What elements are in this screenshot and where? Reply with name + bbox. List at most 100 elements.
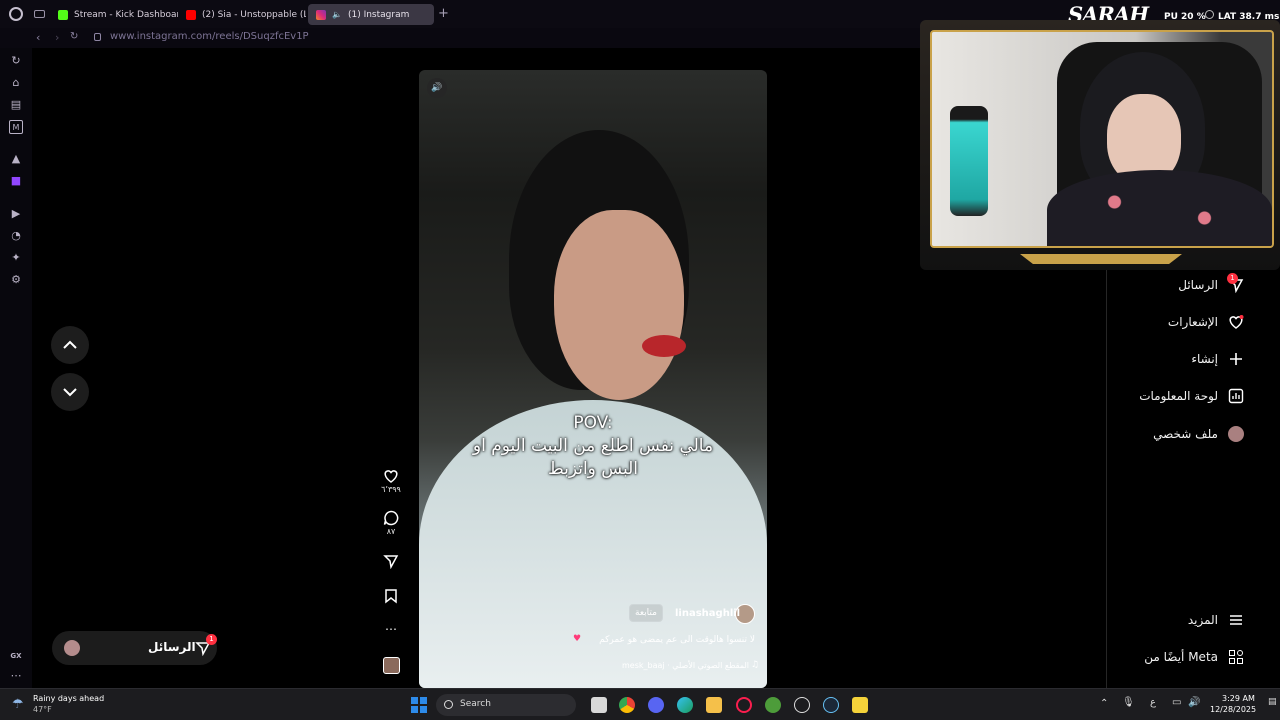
nav-profile[interactable]: ملف شخصي — [1153, 424, 1244, 444]
follow-button[interactable]: متابعة — [629, 604, 663, 622]
more-icon[interactable]: ⋯ — [9, 669, 23, 683]
xbox-icon[interactable] — [765, 697, 781, 713]
weather-title[interactable]: Rainy days ahead — [33, 694, 104, 703]
messages-pill[interactable]: الرسائل 1 — [52, 631, 217, 665]
shop-icon[interactable]: ⌂ — [9, 76, 23, 90]
history-icon[interactable]: ◔ — [9, 229, 23, 243]
avatar — [64, 640, 80, 656]
reel-caption: لا تنسوا هالوقت الى عم يمضى هو عمركم — [599, 635, 755, 645]
player-icon[interactable]: ▶ — [9, 207, 23, 221]
taskbar-search[interactable]: Search — [436, 694, 576, 716]
tab-youtube[interactable]: (2) Sia - Unstoppable (Ly — [178, 4, 306, 25]
network-icon[interactable]: ▭ — [1172, 697, 1181, 708]
microphone — [950, 106, 988, 216]
like-count: ٦٬٣٩٩ — [381, 485, 401, 494]
messages-badge: 1 — [1227, 273, 1238, 284]
tab-island-icon[interactable] — [34, 10, 45, 18]
author-username[interactable]: linashaghlil — [675, 608, 740, 619]
nav-label: لوحة المعلومات — [1139, 389, 1218, 403]
volume-icon[interactable]: 🔊 — [1188, 697, 1200, 708]
nav-label: أيضًا من Meta — [1144, 650, 1218, 664]
nav-label: المزيد — [1187, 613, 1218, 627]
nav-dashboard[interactable]: لوحة المعلومات — [1139, 386, 1244, 406]
tab-instagram[interactable]: 🔈 (1) Instagram — [308, 4, 434, 25]
reel-video[interactable]: 🔊 POV: مالي نفس اطلع من البيت اليوم او ا… — [419, 70, 767, 688]
task-view-icon[interactable] — [591, 697, 607, 713]
wallet-icon[interactable]: ▤ — [9, 98, 23, 112]
audio-thumbnail[interactable] — [378, 657, 404, 674]
more-options-button[interactable]: ⋯ — [378, 622, 404, 636]
webcam-overlay — [930, 30, 1274, 248]
chrome-icon[interactable] — [619, 697, 635, 713]
overlay-line-3: البس واتزبط — [547, 459, 639, 479]
refresh-icon[interactable]: ↻ — [9, 54, 23, 68]
nav-messages[interactable]: الرسائل 1 — [1178, 273, 1244, 295]
divider — [1106, 266, 1107, 688]
tab-label: (2) Sia - Unstoppable (Ly — [202, 9, 306, 20]
edge-icon[interactable] — [677, 697, 693, 713]
lock-icon — [94, 33, 101, 41]
tab-kick-dashboard[interactable]: Stream - Kick Dashboard — [50, 4, 178, 25]
microphone-icon[interactable]: 🎙 — [1122, 697, 1135, 708]
messages-badge: 1 — [206, 634, 217, 645]
nav-label: الرسائل — [1178, 278, 1218, 292]
kick-studio-icon[interactable] — [852, 697, 868, 713]
nav-label: إنشاء — [1191, 352, 1218, 366]
next-reel-button[interactable] — [51, 373, 89, 411]
chatgpt-icon[interactable] — [794, 697, 810, 713]
weather-temp: 47°F — [33, 705, 52, 714]
search-label: Search — [460, 699, 491, 709]
language-indicator[interactable]: ع — [1150, 697, 1156, 708]
search-icon[interactable] — [1205, 10, 1214, 19]
tab-label: Stream - Kick Dashboard — [74, 9, 178, 20]
discord-icon[interactable] — [648, 697, 664, 713]
dashboard-icon — [1228, 388, 1244, 404]
video-subject-lips — [642, 335, 686, 357]
like-button[interactable]: ٦٬٣٩٩ — [378, 468, 404, 494]
steam-icon[interactable] — [823, 697, 839, 713]
save-button[interactable] — [378, 588, 404, 604]
comment-count: ٨٧ — [386, 527, 396, 536]
nav-create[interactable]: إنشاء — [1191, 349, 1244, 369]
extensions-icon[interactable]: ✦ — [9, 251, 23, 265]
twitch-icon[interactable]: ■ — [9, 174, 23, 188]
messages-pill-label: الرسائل — [148, 640, 196, 654]
overlay-line-1: POV: — [573, 413, 613, 433]
aria-icon[interactable]: ▲ — [9, 152, 23, 166]
reload-icon[interactable]: ↻ — [70, 31, 78, 42]
share-button[interactable] — [378, 553, 404, 569]
heart-emoji-icon: ♥ — [573, 634, 582, 644]
clock-date: 12/28/2025 — [1210, 705, 1257, 714]
mute-icon[interactable]: 🔊 — [427, 78, 447, 98]
gx-icon[interactable]: GX — [9, 649, 23, 663]
forward-icon[interactable]: › — [55, 31, 59, 44]
notifications-icon[interactable]: ▤ — [1268, 697, 1277, 707]
nav-more[interactable]: المزيد — [1188, 610, 1244, 630]
chevron-down-icon — [63, 388, 77, 397]
settings-icon[interactable]: ⚙ — [9, 273, 23, 287]
plus-icon — [1230, 353, 1242, 365]
search-icon — [444, 700, 453, 709]
kick-icon — [58, 9, 68, 20]
previous-reel-button[interactable] — [51, 326, 89, 364]
webcam-accent-bar — [1020, 254, 1182, 264]
start-button[interactable] — [411, 697, 427, 713]
nav-label: ملف شخصي — [1153, 427, 1218, 441]
nav-notifications[interactable]: الإشعارات — [1168, 312, 1244, 332]
speaker-icon[interactable]: 🔈 — [332, 10, 342, 19]
opera-gx-icon[interactable] — [736, 697, 752, 713]
music-note-icon: ♫ — [750, 660, 759, 670]
audio-info[interactable]: mesk_baaj · المقطع الصوتي الأصلي — [622, 661, 749, 670]
comment-button[interactable]: ٨٧ — [378, 510, 404, 536]
file-explorer-icon[interactable] — [706, 697, 722, 713]
new-tab-button[interactable]: + — [438, 6, 449, 21]
opera-sidebar: ↻ ⌂ ▤ M ▲ ■ ▶ ◔ ✦ ⚙ GX ⋯ — [0, 48, 32, 688]
clock-time[interactable]: 3:29 AM — [1222, 694, 1255, 703]
nav-also-from-meta[interactable]: أيضًا من Meta — [1144, 647, 1244, 667]
weather-icon[interactable]: ☂ — [12, 697, 24, 712]
m-app-icon[interactable]: M — [9, 120, 23, 134]
opera-logo-icon[interactable] — [9, 7, 23, 21]
back-icon[interactable]: ‹ — [36, 31, 40, 44]
url-field[interactable]: www.instagram.com/reels/DSuqzfcEv1P — [110, 31, 309, 42]
tray-chevron-icon[interactable]: ⌃ — [1100, 698, 1108, 709]
